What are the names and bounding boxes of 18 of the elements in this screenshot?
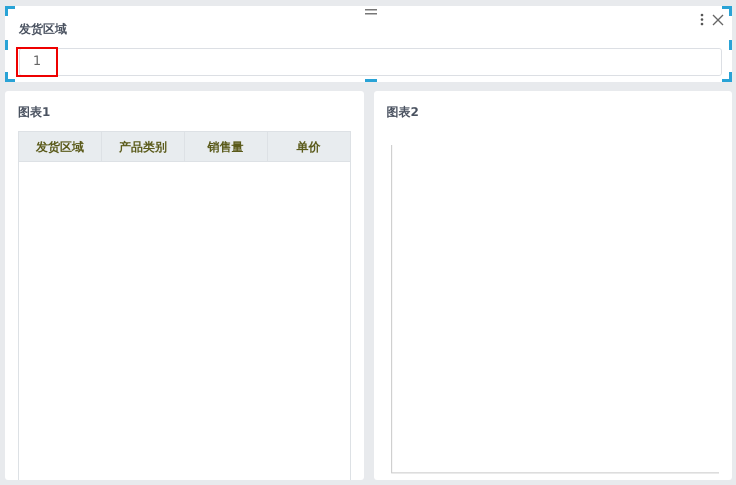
column-header: 发货区域 [34, 138, 85, 156]
column-header: 单价 [266, 132, 350, 161]
drag-handle-icon[interactable] [365, 8, 377, 16]
panel-title: 图表1 [18, 104, 52, 121]
field-value: 1 [16, 47, 58, 77]
column-header: 销售量 [184, 132, 267, 161]
filter-title: 发货区域 [19, 21, 68, 38]
resize-handle[interactable] [729, 40, 732, 50]
resize-handle[interactable] [722, 72, 732, 82]
panel-title: 图表2 [386, 104, 420, 121]
column-header: 产品类别 [100, 132, 184, 161]
resize-handle[interactable] [5, 6, 15, 16]
resize-handle[interactable] [5, 40, 8, 50]
more-options-icon[interactable] [700, 11, 704, 27]
resize-handle[interactable] [5, 72, 15, 82]
resize-handle[interactable] [365, 79, 377, 82]
filter-field[interactable]: 1 [19, 48, 722, 76]
resize-handle[interactable] [722, 6, 732, 16]
